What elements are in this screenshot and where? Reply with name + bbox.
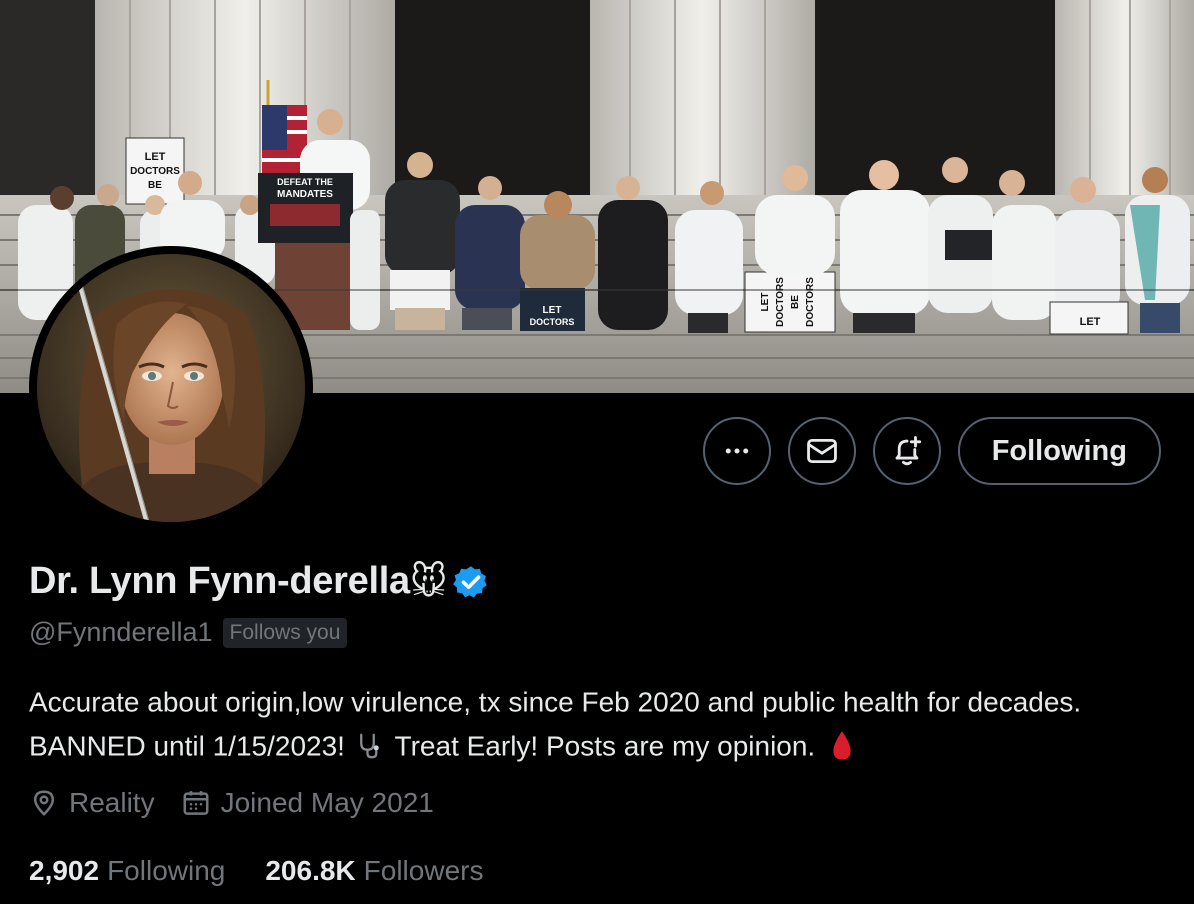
more-button[interactable] xyxy=(702,417,771,485)
profile-actions: Following xyxy=(702,417,1161,485)
mouse-emoji: 🐭 xyxy=(409,560,448,602)
bio-text-2: Treat Early! Posts are my opinion. xyxy=(394,730,816,762)
sign-rotated-be: BE xyxy=(790,295,801,309)
bell-plus-icon xyxy=(895,436,921,466)
followers-label: Followers xyxy=(363,855,484,886)
location-pin-icon xyxy=(34,790,54,816)
verified-badge-icon[interactable] xyxy=(453,564,489,600)
podium-line2: MANDATES xyxy=(277,189,333,200)
more-horizontal-icon xyxy=(725,448,748,454)
joined-text: Joined May 2021 xyxy=(220,787,434,818)
profile-avatar[interactable] xyxy=(29,246,313,530)
joined-item: Joined May 2021 xyxy=(181,787,434,819)
profile-handle-row: @Fynnderella1 Follows you xyxy=(29,617,348,648)
stethoscope-icon xyxy=(359,733,379,759)
envelope-icon xyxy=(806,438,837,464)
notify-button[interactable] xyxy=(872,417,941,485)
profile-name-row: Dr. Lynn Fynn-derella 🐭 xyxy=(29,560,489,603)
following-button[interactable]: Following xyxy=(957,417,1161,485)
follows-you-badge: Follows you xyxy=(222,617,348,648)
calendar-icon xyxy=(183,791,209,815)
sign-rotated-let: LET xyxy=(760,293,771,312)
sign-left-be: BE xyxy=(148,180,162,191)
sign-rotated-doctors: DOCTORS xyxy=(775,277,786,327)
sign-center-doctors: DOCTORS xyxy=(530,317,575,327)
followers-count: 206.8K xyxy=(265,855,356,886)
location-item: Reality xyxy=(29,787,155,819)
handle: @Fynnderella1 xyxy=(29,617,213,647)
location-text: Reality xyxy=(69,787,155,818)
sign-right-let: LET xyxy=(1080,316,1101,328)
display-name: Dr. Lynn Fynn-derella xyxy=(29,560,410,602)
message-button[interactable] xyxy=(787,417,856,485)
profile-stats-row: 2,902 Following 206.8K Followers xyxy=(29,855,523,887)
followers-stat[interactable]: 206.8K Followers xyxy=(265,855,483,887)
profile-bio: Accurate about origin,low virulence, tx … xyxy=(29,680,1129,767)
sign-center-let: LET xyxy=(543,305,562,316)
sign-left-let: LET xyxy=(145,151,166,163)
sign-left-doctors: DOCTORS xyxy=(130,166,180,177)
sign-rotated-doctors2: DOCTORS xyxy=(805,277,816,327)
following-stat[interactable]: 2,902 Following xyxy=(29,855,225,887)
following-label: Following xyxy=(107,855,226,886)
blood-drop-icon xyxy=(833,731,851,760)
podium-line1: DEFEAT THE xyxy=(277,177,333,187)
avatar-image xyxy=(37,254,305,522)
following-count: 2,902 xyxy=(29,855,100,886)
profile-meta-row: Reality Joined May 2021 xyxy=(29,787,450,819)
